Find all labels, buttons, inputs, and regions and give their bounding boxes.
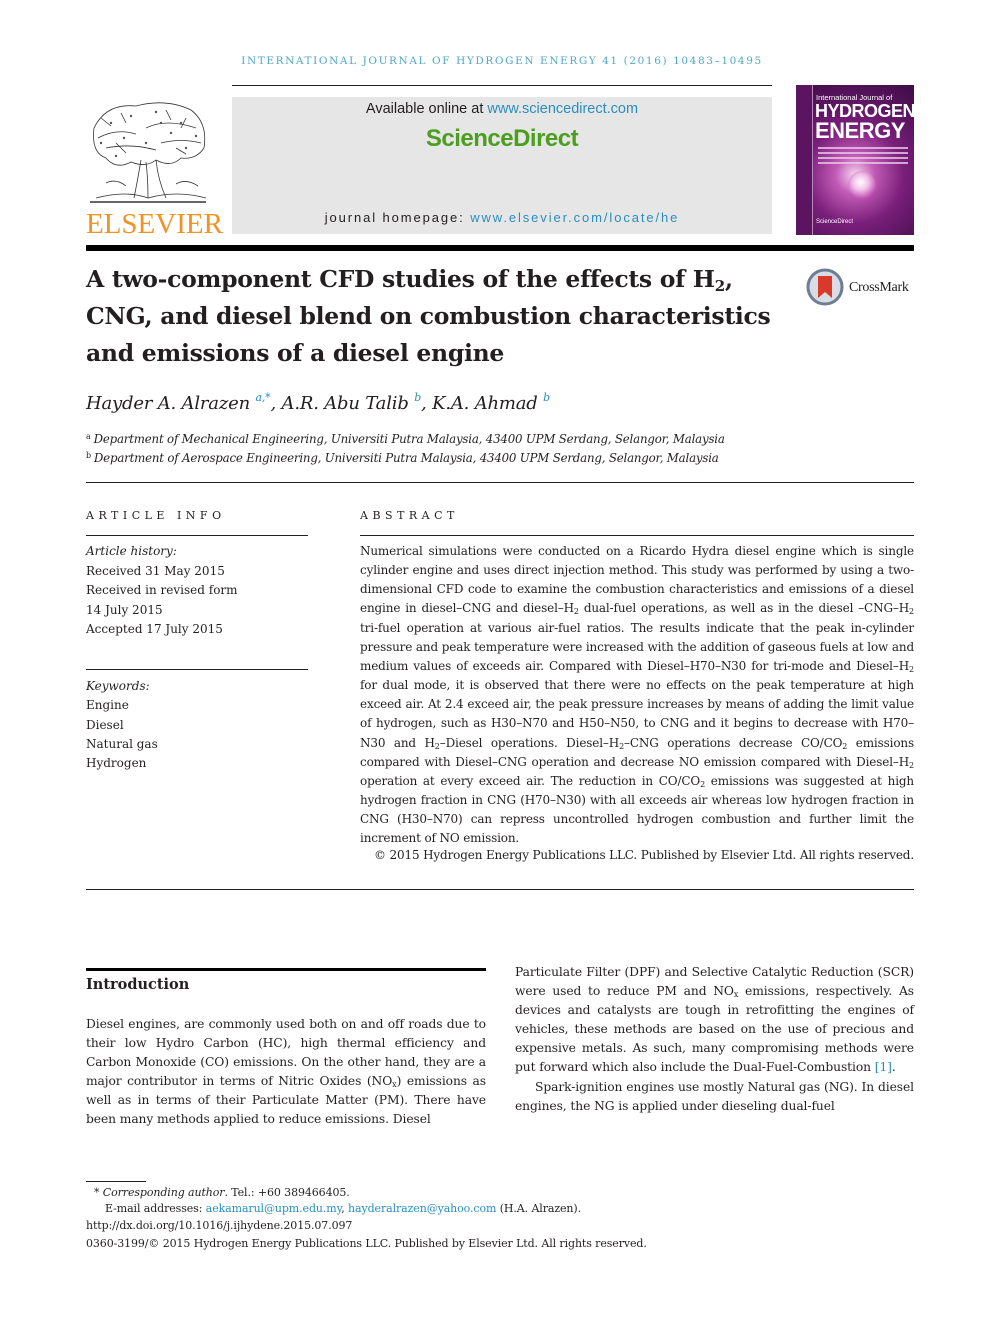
cover-orb-graphic xyxy=(848,171,876,199)
keyword: Engine xyxy=(86,698,129,713)
cover-stripe xyxy=(796,85,813,235)
paragraph: Spark-ignition engines use mostly Natura… xyxy=(515,1079,914,1113)
introduction-right-column: Particulate Filter (DPF) and Selective C… xyxy=(515,963,914,1116)
keywords: Keywords: Engine Diesel Natural gas Hydr… xyxy=(86,677,158,773)
affiliation-text: Department of Aerospace Engineering, Uni… xyxy=(93,451,719,465)
elsevier-logo[interactable]: ELSEVIER xyxy=(86,98,223,240)
abstract-segment: –CNG operations decrease CO/CO xyxy=(624,735,843,750)
sciencedirect-link[interactable]: www.sciencedirect.com xyxy=(487,101,638,117)
journal-homepage-text: journal homepage: www.elsevier.com/locat… xyxy=(232,210,772,225)
keyword: Natural gas xyxy=(86,736,158,751)
section-heading-introduction: Introduction xyxy=(86,976,190,993)
abstract-rule xyxy=(360,535,914,536)
running-header: INTERNATIONAL JOURNAL OF HYDROGEN ENERGY… xyxy=(241,55,763,67)
email-link[interactable]: hayderalrazen@yahoo.com xyxy=(348,1202,496,1215)
article-title: A two-component CFD studies of the effec… xyxy=(86,261,776,372)
banner-bottom-rule xyxy=(86,245,914,251)
banner-top-rule xyxy=(232,85,772,86)
front-matter-divider xyxy=(86,889,914,890)
email-link[interactable]: aekamarul@upm.edu.my xyxy=(206,1202,342,1215)
keyword: Hydrogen xyxy=(86,756,147,771)
affiliation-mark: b xyxy=(86,451,91,460)
abstract-subscript: 2 xyxy=(909,664,914,674)
elsevier-tree-icon xyxy=(90,102,207,203)
sciencedirect-banner: Available online at www.sciencedirect.co… xyxy=(232,97,772,234)
article-info-heading: ARTICLE INFO xyxy=(86,509,226,522)
history-entry: Received in revised form xyxy=(86,583,238,597)
email-footnote: E-mail addresses: aekamarul@upm.edu.my, … xyxy=(105,1202,581,1215)
author-list: Hayder A. Alrazen a,*, A.R. Abu Talib b,… xyxy=(86,391,550,414)
abstract-segment: dual-fuel operations, as well as in the … xyxy=(578,601,910,616)
history-entry: Received 31 May 2015 xyxy=(86,563,225,578)
paragraph: Particulate Filter (DPF) and Selective C… xyxy=(515,963,914,1078)
abstract-segment: tri-fuel operation at various air-fuel r… xyxy=(360,620,914,673)
footnote-rule xyxy=(86,1181,146,1182)
title-text-1: A two-component CFD studies of the effec… xyxy=(86,265,715,293)
abstract-segment: –Diesel operations. Diesel–H xyxy=(439,735,620,750)
header-divider xyxy=(86,482,914,483)
abstract-copyright: © 2015 Hydrogen Energy Publications LLC.… xyxy=(373,848,914,862)
abstract-text: Numerical simulations were conducted on … xyxy=(360,542,914,849)
author-affiliation-mark[interactable]: a,* xyxy=(256,391,271,404)
email-suffix: (H.A. Alrazen). xyxy=(496,1202,581,1215)
author-name: K.A. Ahmad xyxy=(432,393,538,414)
author-affiliation-mark[interactable]: b xyxy=(414,391,421,404)
email-label: E-mail addresses: xyxy=(105,1202,206,1215)
sciencedirect-logo[interactable]: ScienceDirect xyxy=(232,125,772,153)
abstract-subscript: 2 xyxy=(909,607,914,617)
affiliation: a Department of Mechanical Engineering, U… xyxy=(86,432,725,446)
article-history-label: Article history: xyxy=(86,544,177,558)
history-entry: 14 July 2015 xyxy=(86,602,163,617)
journal-homepage-prefix: journal homepage: xyxy=(324,210,471,225)
journal-homepage-link[interactable]: www.elsevier.com/locate/he xyxy=(470,210,679,225)
abstract-segment: operation at every exceed air. The reduc… xyxy=(360,773,701,788)
corresponding-author-footnote: * Corresponding author. Tel.: +60 389466… xyxy=(94,1186,350,1199)
author-affiliation-mark[interactable]: b xyxy=(543,391,550,404)
elsevier-wordmark: ELSEVIER xyxy=(86,208,223,240)
crossmark-icon xyxy=(806,268,844,306)
title-subscript: 2 xyxy=(714,277,725,295)
keywords-rule xyxy=(86,669,308,670)
corresponding-details: . Tel.: +60 389466405. xyxy=(224,1186,350,1199)
cover-footer: ScienceDirect xyxy=(816,219,854,225)
cover-title-line3: ENERGY xyxy=(815,118,905,143)
history-entry: Accepted 17 July 2015 xyxy=(86,622,223,636)
keyword: Diesel xyxy=(86,717,124,732)
crossmark-button[interactable]: CrossMark xyxy=(806,268,918,310)
available-online-text: Available online at www.sciencedirect.co… xyxy=(232,101,772,117)
author-name: Hayder A. Alrazen xyxy=(86,393,250,414)
introduction-left-column: Diesel engines, are commonly used both o… xyxy=(86,1015,486,1130)
journal-cover-image[interactable]: International Journal of HYDROGEN ENERGY… xyxy=(796,85,914,235)
article-info-rule xyxy=(86,535,308,536)
corresponding-label: Corresponding author xyxy=(102,1186,225,1199)
affiliation-text: Department of Mechanical Engineering, Un… xyxy=(93,432,725,446)
abstract-subscript: 2 xyxy=(909,760,914,770)
cover-editor-lines xyxy=(818,147,908,167)
available-online-prefix: Available online at xyxy=(365,101,488,117)
abstract-heading: ABSTRACT xyxy=(360,509,459,522)
body-text: . xyxy=(891,1060,896,1075)
issn-copyright-line: 0360-3199/© 2015 Hydrogen Energy Publica… xyxy=(86,1237,647,1250)
section-rule xyxy=(86,968,486,971)
article-history: Article history: Received 31 May 2015 Re… xyxy=(86,542,238,640)
affiliation: b Department of Aerospace Engineering, Un… xyxy=(86,451,719,465)
doi-link[interactable]: http://dx.doi.org/10.1016/j.ijhydene.201… xyxy=(86,1219,352,1232)
affiliation-mark: a xyxy=(86,432,91,441)
keywords-label: Keywords: xyxy=(86,679,150,693)
author-name: A.R. Abu Talib xyxy=(281,393,409,414)
citation-link[interactable]: [1] xyxy=(875,1060,892,1074)
crossmark-label: CrossMark xyxy=(849,280,909,295)
